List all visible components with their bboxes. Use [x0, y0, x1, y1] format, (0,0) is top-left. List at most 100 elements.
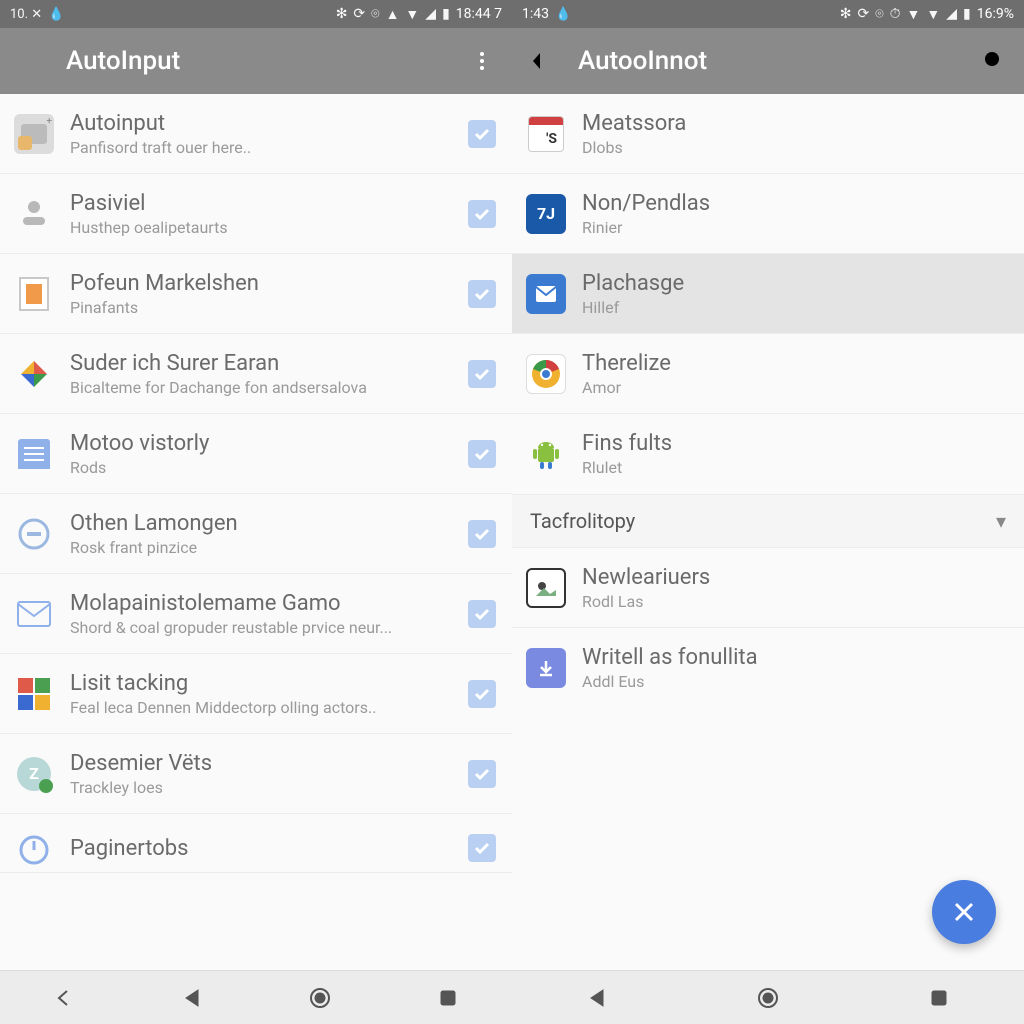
list-item[interactable]: TherelizeAmor: [512, 334, 1024, 414]
nav-extra-back[interactable]: [44, 978, 84, 1018]
timer-icon: [17, 831, 51, 865]
list-item[interactable]: Writell as fonullitaAddl Eus: [512, 628, 1024, 708]
list-item[interactable]: 'S MeatssoraDlobs: [512, 94, 1024, 174]
nav-recent[interactable]: [428, 978, 468, 1018]
checkbox[interactable]: [468, 120, 496, 148]
nfc-icon: ⌾: [875, 6, 883, 22]
item-title: Pasiviel: [70, 191, 452, 216]
app-icon: 'S: [526, 114, 566, 154]
check-icon: [473, 605, 491, 623]
menu-button[interactable]: [14, 45, 46, 77]
appbar-title: AutooInnot: [578, 46, 958, 76]
item-subtitle: Shord & coal gropuder reustable prvice n…: [70, 618, 452, 637]
checkbox[interactable]: [468, 600, 496, 628]
list-item[interactable]: Othen LamongenRosk frant pinzice: [0, 494, 512, 574]
battery-icon: ▮: [442, 6, 450, 22]
list-item[interactable]: Pofeun Markelshen Pinafants: [0, 254, 512, 334]
back-button[interactable]: [526, 45, 558, 77]
wifi-icon: ▼: [907, 6, 921, 23]
item-subtitle: Dlobs: [582, 138, 1008, 157]
checkbox[interactable]: [468, 360, 496, 388]
search-icon: [981, 48, 1007, 74]
list-item[interactable]: + AutoinputPanfisord traft ouer here..: [0, 94, 512, 174]
app-icon: Z: [14, 754, 54, 794]
drop-icon: 💧: [555, 7, 571, 22]
signal-icon: ◢: [425, 6, 436, 22]
item-title: Autoinput: [70, 111, 452, 136]
grid-icon: [18, 678, 50, 710]
app-icon: 7J: [526, 194, 566, 234]
nav-recent[interactable]: [919, 978, 959, 1018]
item-title: Lisit tacking: [70, 671, 452, 696]
list-item[interactable]: 7J Non/PendlasRinier: [512, 174, 1024, 254]
app-icon: [14, 274, 54, 314]
checkbox[interactable]: [468, 440, 496, 468]
checkbox[interactable]: [468, 280, 496, 308]
status-battery: 16:9%: [977, 6, 1014, 22]
item-title: Pofeun Markelshen: [70, 271, 452, 296]
item-subtitle: Rods: [70, 458, 452, 477]
list-item[interactable]: Fins fultsRlulet: [512, 414, 1024, 494]
item-title: Writell as fonullita: [582, 645, 1008, 670]
list-item[interactable]: PlachasgeHillef: [512, 254, 1024, 334]
checkbox[interactable]: [468, 520, 496, 548]
list-item[interactable]: Z Desemier VëtsTrackley loes: [0, 734, 512, 814]
app-icon: [526, 434, 566, 474]
nav-back[interactable]: [172, 978, 212, 1018]
item-subtitle: Bicalteme for Dachange fon andsersalova: [70, 378, 452, 397]
item-subtitle: Panfisord traft ouer here..: [70, 138, 452, 157]
nav-bar: [512, 970, 1024, 1024]
fab-close[interactable]: [932, 880, 996, 944]
wifi-icon: ▲: [386, 6, 400, 23]
section-label: Tacfrolitopy: [530, 509, 635, 533]
item-title: Non/Pendlas: [582, 191, 1008, 216]
nav-home[interactable]: [300, 978, 340, 1018]
checkbox[interactable]: [468, 760, 496, 788]
nav-back[interactable]: [577, 978, 617, 1018]
item-subtitle: Trackley loes: [70, 778, 452, 797]
phone-left: 10. ✕ 💧 ✻ ⟳ ⌾ ▲ ▼ ◢ ▮ 18:44 7 AutoInput …: [0, 0, 512, 1024]
nfc-icon: ⌾: [371, 6, 379, 22]
bluetooth-icon: ✻: [840, 6, 852, 22]
app-icon: [14, 354, 54, 394]
status-time: 1:43: [522, 6, 549, 22]
check-icon: [473, 839, 491, 857]
check-icon: [473, 685, 491, 703]
list-item[interactable]: PasivielHusthep oealipetaurts: [0, 174, 512, 254]
checkbox[interactable]: [468, 680, 496, 708]
android-icon: [528, 436, 564, 472]
checkbox[interactable]: [468, 200, 496, 228]
item-subtitle: Hillef: [582, 298, 1008, 317]
check-icon: [473, 765, 491, 783]
item-subtitle: Rlulet: [582, 458, 1008, 477]
list-item[interactable]: Suder ich Surer Earan Bicalteme for Dacha…: [0, 334, 512, 414]
list-item[interactable]: Molapainistolemame GamoShord & coal grop…: [0, 574, 512, 654]
list-item[interactable]: Lisit tacking Feal leca Dennen Middectorp…: [0, 654, 512, 734]
back-arrow-icon: [529, 48, 555, 74]
checkbox[interactable]: [468, 834, 496, 862]
list-item[interactable]: Newleariuers Rodl Las: [512, 548, 1024, 628]
mail-icon: [16, 600, 52, 628]
item-subtitle: Rodl Las: [582, 592, 1008, 611]
phone-right: 1:43 💧 ✻ ⟳ ⌾ ⏱ ▼ ▼ ◢ ▮ 16:9% AutooInnot …: [512, 0, 1024, 1024]
check-icon: [473, 365, 491, 383]
app-icon: [14, 828, 54, 868]
list-item[interactable]: Motoo vistorlyRods: [0, 414, 512, 494]
app-icon: [526, 568, 566, 608]
list-item[interactable]: Paginertobs: [0, 814, 512, 873]
photo-icon: [534, 578, 558, 598]
mail-icon: [535, 285, 557, 303]
overflow-button[interactable]: [466, 45, 498, 77]
item-title: Suder ich Surer Earan: [70, 351, 452, 376]
kebab-icon: [470, 49, 494, 73]
status-left-text: 10. ✕: [10, 7, 42, 22]
appbar-title: AutoInput: [66, 46, 446, 76]
item-title: Newleariuers: [582, 565, 1008, 590]
section-header[interactable]: Tacfrolitopy ▾: [512, 494, 1024, 548]
nav-home[interactable]: [748, 978, 788, 1018]
diamond-icon: [17, 357, 51, 391]
app-list: + AutoinputPanfisord traft ouer here.. P…: [0, 94, 512, 970]
item-subtitle: Feal leca Dennen Middectorp olling actor…: [70, 698, 452, 717]
search-button[interactable]: [978, 45, 1010, 77]
item-subtitle: Pinafants: [70, 298, 452, 317]
